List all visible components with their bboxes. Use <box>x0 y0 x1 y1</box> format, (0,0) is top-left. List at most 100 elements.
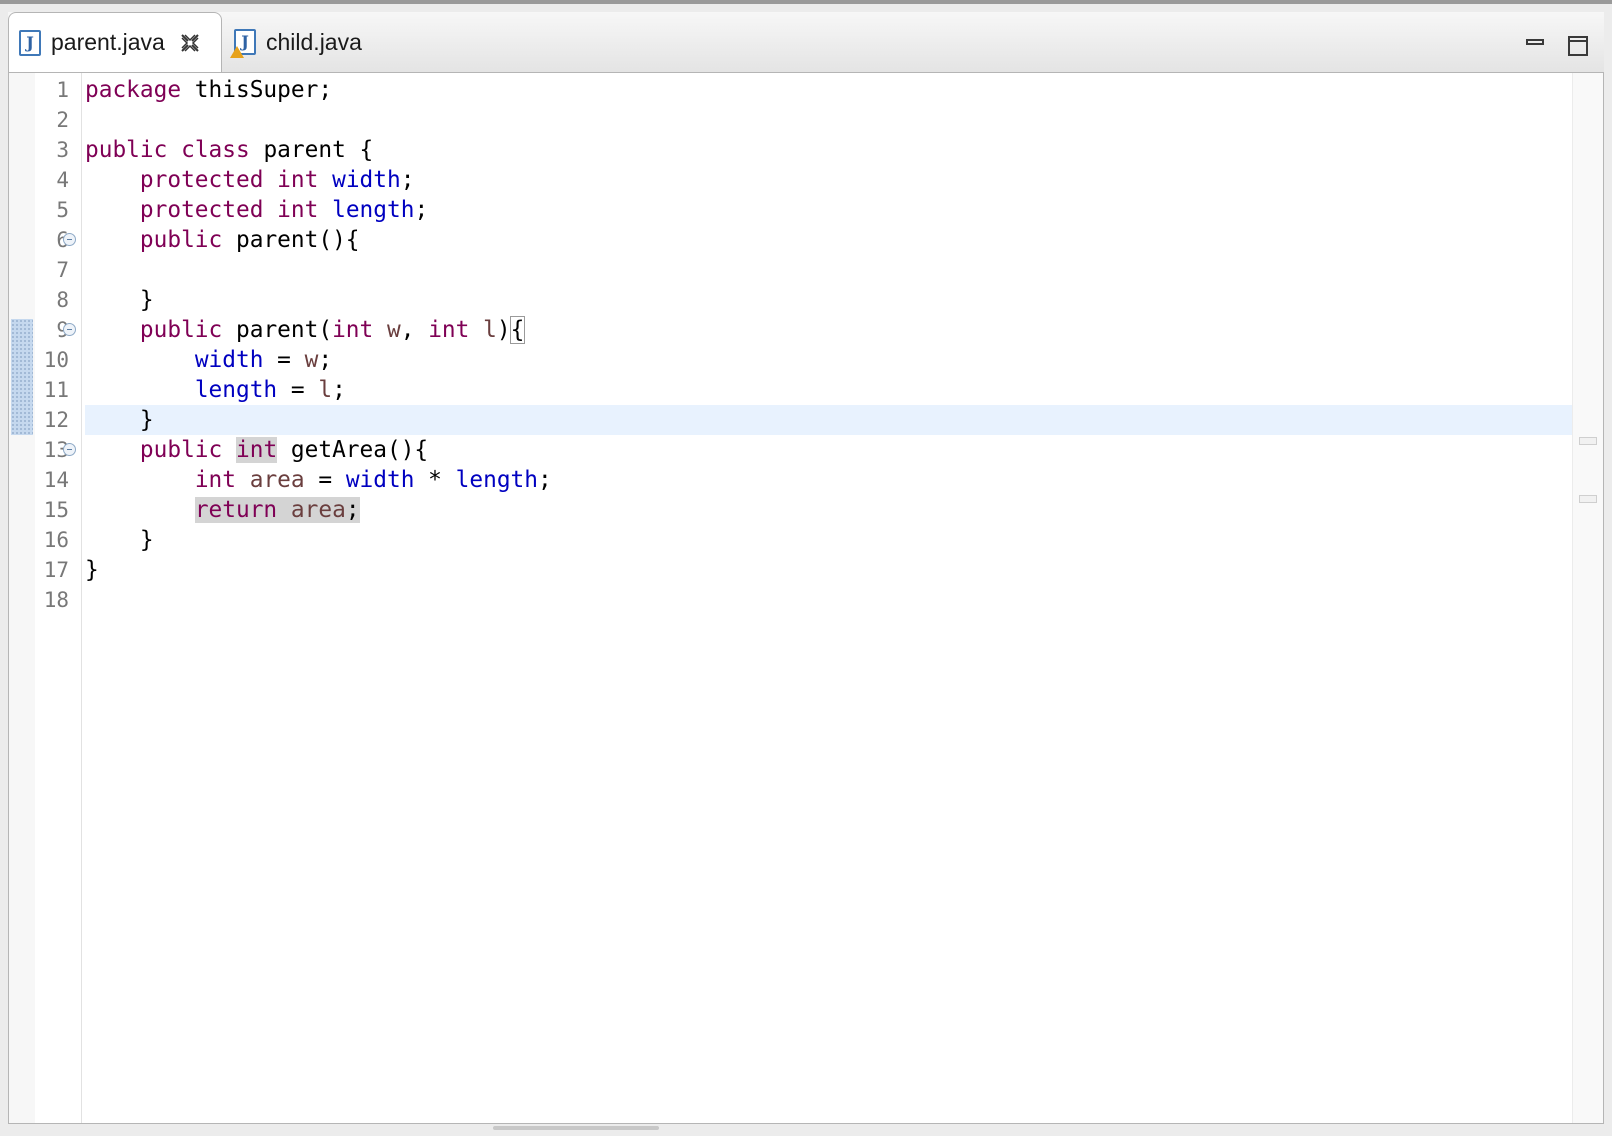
code-line[interactable]: 14 int area = width * length; <box>9 465 1573 495</box>
code-line-area[interactable]: public parent(int w, int l){ <box>85 315 1573 345</box>
code-token: width <box>194 347 264 373</box>
code-token: = <box>277 377 319 403</box>
code-line-area[interactable] <box>85 255 1573 285</box>
code-line[interactable]: 3 public class parent { <box>9 135 1573 165</box>
line-number: 7 <box>56 258 69 282</box>
code-editor[interactable]: 1 package thisSuper; 2 3 public class parent… <box>8 72 1604 1124</box>
code-line-area[interactable]: return area; <box>85 495 1573 525</box>
code-line-area[interactable]: int area = width * length; <box>85 465 1573 495</box>
code-token: ; <box>538 467 552 493</box>
fold-collapse-icon[interactable] <box>63 443 76 456</box>
code-line[interactable]: 18 <box>9 585 1573 615</box>
maximize-icon[interactable] <box>1568 36 1588 56</box>
code-line-area[interactable]: } <box>85 555 1573 585</box>
line-number: 16 <box>43 528 69 552</box>
code-line[interactable]: 13 public int getArea(){ <box>9 435 1573 465</box>
code-line[interactable]: 4 protected int width; <box>9 165 1573 195</box>
line-number: 8 <box>56 288 69 312</box>
minimize-icon[interactable] <box>1526 39 1544 45</box>
code-line[interactable]: 11 length = l; <box>9 375 1573 405</box>
occurrence-marker[interactable] <box>1579 495 1597 503</box>
code-token <box>277 497 291 523</box>
code-line[interactable]: 2 <box>9 105 1573 135</box>
code-token: w <box>304 347 319 373</box>
code-text: int area = width * length; <box>85 465 552 495</box>
code-text: public class parent { <box>85 135 373 165</box>
occurrence-marker[interactable] <box>1579 437 1597 445</box>
code-line-area[interactable]: } <box>85 525 1573 555</box>
code-token: public <box>139 227 223 253</box>
code-line-area[interactable]: protected int length; <box>85 195 1573 225</box>
code-token: } <box>85 557 99 583</box>
line-number: 18 <box>43 588 69 612</box>
code-line[interactable]: 8 } <box>9 285 1573 315</box>
code-line-area[interactable]: length = l; <box>85 375 1573 405</box>
code-line-area[interactable]: package thisSuper; <box>85 75 1573 105</box>
code-token: package <box>85 77 182 103</box>
code-line-area[interactable] <box>85 105 1573 135</box>
code-text: } <box>85 285 154 315</box>
code-token: return <box>194 497 278 523</box>
code-token: thisSuper; <box>181 77 333 103</box>
code-line-area[interactable] <box>85 585 1573 615</box>
code-token: ; <box>400 167 415 193</box>
code-line[interactable]: 5 protected int length; <box>9 195 1573 225</box>
code-line[interactable]: 10 width = w; <box>9 345 1573 375</box>
code-token: protected <box>139 197 264 223</box>
code-line-area[interactable]: width = w; <box>85 345 1573 375</box>
code-token: int <box>428 317 470 343</box>
code-token: , <box>400 317 429 343</box>
code-text: public int getArea(){ <box>85 435 428 465</box>
code-line[interactable]: 7 <box>9 255 1573 285</box>
code-text: } <box>85 525 154 555</box>
code-line[interactable]: 17} <box>9 555 1573 585</box>
close-tab-icon[interactable] <box>179 32 201 54</box>
line-number: 2 <box>56 108 69 132</box>
code-line-area[interactable]: public parent(){ <box>85 225 1573 255</box>
tab-label: child.java <box>266 28 362 55</box>
fold-collapse-icon[interactable] <box>63 233 76 246</box>
code-line[interactable]: 1 package thisSuper; <box>9 75 1573 105</box>
code-token: l <box>318 377 333 403</box>
code-token: w <box>387 317 401 343</box>
fold-collapse-icon[interactable] <box>63 323 76 336</box>
code-line[interactable]: 12 } <box>9 405 1573 435</box>
horizontal-scrollbar[interactable] <box>493 1126 659 1130</box>
code-line-area[interactable]: public class parent { <box>85 135 1573 165</box>
code-token: length <box>455 467 538 493</box>
code-line[interactable]: 6 public parent(){ <box>9 225 1573 255</box>
overview-ruler[interactable] <box>1572 73 1603 1123</box>
code-line-area[interactable]: public int getArea(){ <box>85 435 1573 465</box>
tab-parent-java[interactable]: J parent.java <box>8 12 222 72</box>
line-number: 12 <box>43 408 69 432</box>
code-token: * <box>414 467 456 493</box>
code-token: int <box>277 197 319 223</box>
tab-child-java[interactable]: J child.java <box>228 12 428 72</box>
code-token: ; <box>414 197 429 223</box>
code-line-area[interactable]: } <box>85 405 1573 435</box>
code-line-area[interactable]: protected int width; <box>85 165 1573 195</box>
code-token: } <box>85 527 154 553</box>
code-line[interactable]: 15 return area; <box>9 495 1573 525</box>
code-token: ; <box>332 377 346 403</box>
code-token: int <box>236 437 278 463</box>
code-text: public parent(){ <box>85 225 360 255</box>
code-line[interactable]: 16 } <box>9 525 1573 555</box>
code-line[interactable]: 9 public parent(int w, int l){ <box>9 315 1573 345</box>
code-token: parent( <box>222 317 333 343</box>
code-token: = <box>304 467 346 493</box>
code-token: l <box>483 317 497 343</box>
code-token: parent(){ <box>222 227 360 253</box>
code-token: width <box>345 467 415 493</box>
code-line-area[interactable]: } <box>85 285 1573 315</box>
code-text: public parent(int w, int l){ <box>85 315 526 345</box>
